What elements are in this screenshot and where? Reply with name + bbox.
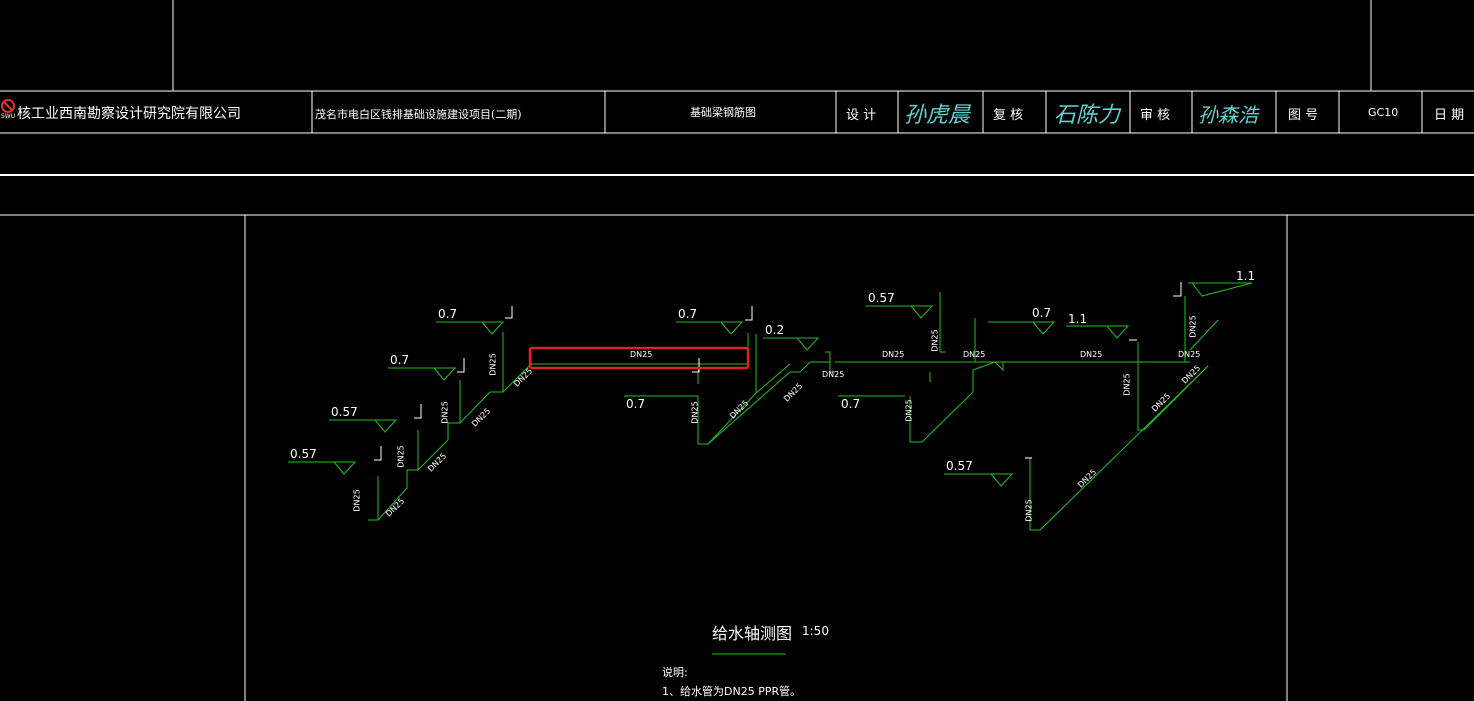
elev-label: 0.7 bbox=[678, 307, 698, 321]
elev-label: 0.7 bbox=[1032, 306, 1052, 320]
pipe-label: DN25 bbox=[1188, 315, 1198, 338]
pipe-label: DN25 bbox=[1024, 499, 1034, 522]
isometric-drawing bbox=[288, 282, 1253, 655]
elev-label: 0.7 bbox=[438, 307, 458, 321]
pipe-label: DN25 bbox=[630, 350, 653, 359]
pipe-label: DN25 bbox=[963, 350, 986, 359]
elev-label: 0.2 bbox=[765, 323, 785, 337]
pipe-label: DN25 bbox=[1122, 373, 1132, 396]
pipe-label: DN25 bbox=[1178, 350, 1201, 359]
pipe-label: DN25 bbox=[822, 370, 845, 379]
elev-label: 0.57 bbox=[290, 447, 317, 461]
elev-label: 0.7 bbox=[390, 353, 410, 367]
pipe-label: DN25 bbox=[930, 329, 940, 352]
pipe-label: DN25 bbox=[1080, 350, 1103, 359]
elev-label: 1.1 bbox=[1068, 312, 1088, 326]
pipe-label: DN25 bbox=[488, 353, 498, 376]
notes-heading: 说明: bbox=[662, 666, 688, 679]
elev-label: 0.7 bbox=[841, 397, 861, 411]
pipe-label: DN25 bbox=[690, 401, 700, 424]
pipe-label: DN25 bbox=[396, 445, 406, 468]
elev-label: 0.57 bbox=[868, 291, 895, 305]
elev-label: 1.1 bbox=[1236, 269, 1256, 283]
pipe-label: DN25 bbox=[882, 350, 905, 359]
pipe-label: DN25 bbox=[440, 401, 450, 424]
drawing-title: 给水轴测图 bbox=[712, 624, 793, 643]
pipe-label: DN25 bbox=[904, 399, 914, 422]
elev-label: 0.7 bbox=[626, 397, 646, 411]
elev-label: 0.57 bbox=[331, 405, 358, 419]
elev-label: 0.57 bbox=[946, 459, 973, 473]
note-line-1: 1、给水管为DN25 PPR管。 bbox=[662, 685, 802, 698]
pipe-network bbox=[368, 292, 1219, 531]
pipe-label: DN25 bbox=[352, 489, 362, 512]
drawing-scale: 1:50 bbox=[802, 624, 829, 638]
